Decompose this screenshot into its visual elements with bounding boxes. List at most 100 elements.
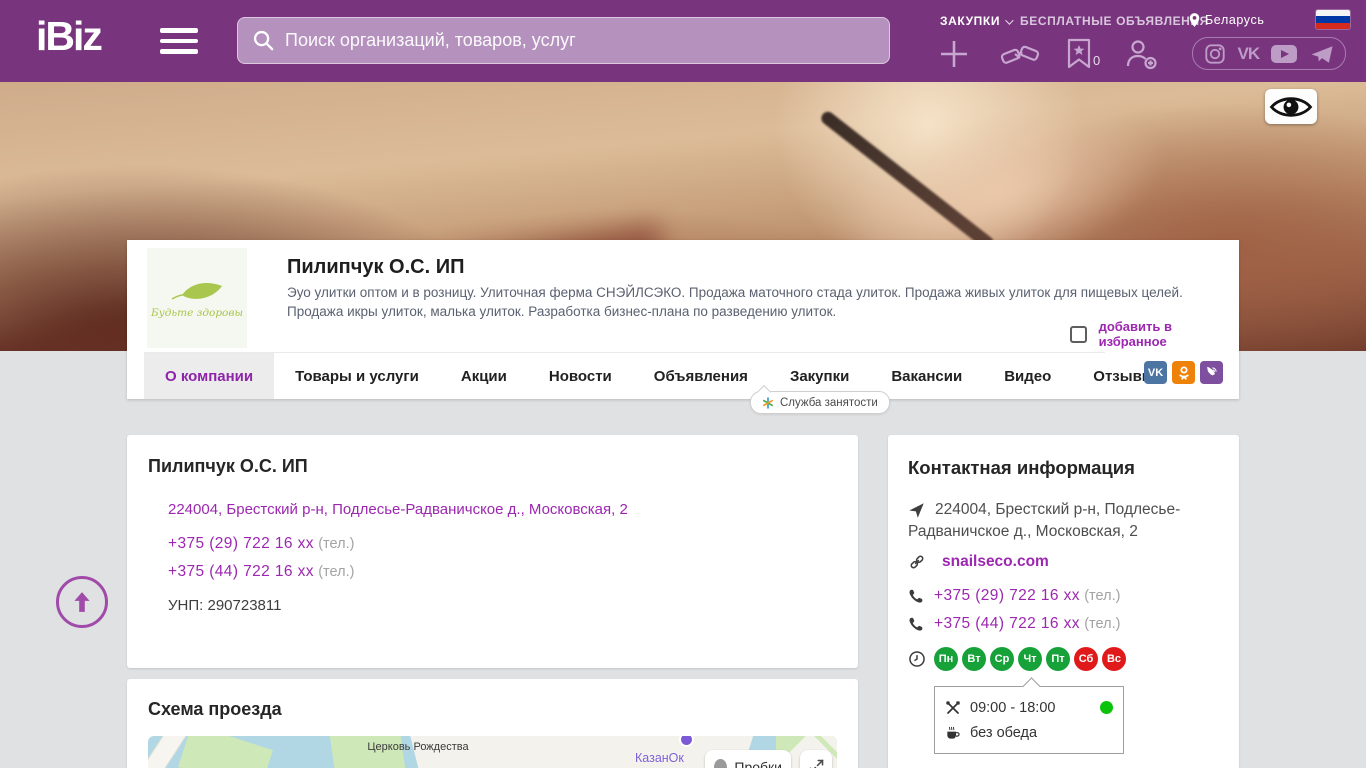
day-badge-fri[interactable]: Пт — [1046, 647, 1070, 671]
open-now-indicator — [1100, 701, 1113, 714]
map-card-title: Схема проезда — [148, 699, 282, 719]
company-logo-caption: Будьте здоровы — [150, 307, 244, 319]
traffic-toggle-button[interactable]: Пробки — [705, 750, 791, 768]
day-badge-thu[interactable]: Чт — [1018, 647, 1042, 671]
website-link[interactable]: snailseco.com — [942, 553, 1049, 571]
add-company-button[interactable] — [938, 38, 970, 75]
company-address-link[interactable]: 224004, Брестский р-н, Подлесье-Радванич… — [168, 501, 628, 518]
link-icon — [910, 555, 924, 569]
day-badge-wed[interactable]: Ср — [990, 647, 1014, 671]
contact-website-row: snailseco.com — [908, 553, 1219, 571]
country-selector[interactable]: Беларусь — [1188, 12, 1264, 28]
nav-zakupki[interactable]: ЗАКУПКИ — [940, 14, 1014, 28]
navigation-arrow-icon — [909, 503, 924, 518]
person-add-icon — [1126, 40, 1157, 70]
telegram-icon[interactable] — [1310, 43, 1334, 65]
youtube-icon[interactable] — [1270, 43, 1298, 65]
company-info-card: Пилипчук О.С. ИП 224004, Брестский р-н, … — [127, 435, 858, 668]
map-fullscreen-button[interactable] — [800, 750, 832, 768]
contact-address-row: 224004, Брестский р-н, Подлесье-Радванич… — [908, 501, 1181, 540]
clock-icon — [909, 651, 925, 667]
tab-about[interactable]: О компании — [144, 353, 275, 399]
bookmark-star-icon — [1067, 38, 1091, 69]
map-poi-label[interactable]: КазанОк — [635, 751, 684, 765]
eye-icon — [1269, 96, 1313, 117]
info-card-title: Пилипчук О.С. ИП — [148, 456, 308, 476]
company-social-links: VK — [1144, 361, 1223, 384]
handshake-icon — [1000, 45, 1040, 64]
vk-icon[interactable]: VK — [1238, 44, 1261, 64]
leaf-icon — [171, 282, 222, 300]
viber-icon[interactable] — [1200, 361, 1223, 384]
company-unp: УНП: 290723811 — [168, 597, 282, 614]
vk-icon[interactable]: VK — [1144, 361, 1167, 384]
tab-products[interactable]: Товары и услуги — [274, 353, 440, 399]
working-hours: 09:00 - 18:00 — [970, 699, 1056, 716]
company-name: Пилипчук О.С. ИП — [287, 256, 465, 278]
tab-vacancies[interactable]: Вакансии — [870, 353, 983, 399]
language-flag-russian[interactable] — [1316, 10, 1350, 29]
favorite-label: добавить в избранное — [1098, 319, 1172, 349]
traffic-light-icon — [714, 758, 728, 768]
tab-promotions[interactable]: Акции — [440, 353, 528, 399]
chevron-down-icon — [1005, 16, 1014, 25]
company-logo: Будьте здоровы — [147, 248, 247, 348]
location-pin-icon — [1189, 13, 1200, 27]
instagram-icon[interactable] — [1204, 43, 1226, 65]
map-poi-marker[interactable] — [679, 736, 694, 747]
company-description: Эуо улитки оптом и в розницу. Улиточная … — [287, 285, 1183, 319]
favorites-count: 0 — [1093, 53, 1101, 68]
directions-card: Схема проезда Церковь Рождества КазанОк … — [127, 679, 858, 768]
scroll-to-top-button[interactable] — [56, 576, 108, 628]
menu-hamburger-icon[interactable] — [160, 28, 198, 55]
working-hours-tooltip: 09:00 - 18:00 без обеда — [934, 686, 1124, 754]
search-icon — [253, 30, 274, 51]
partners-button[interactable] — [1000, 40, 1040, 75]
phone-link[interactable]: +375 (44) 722 16 xx — [168, 563, 314, 580]
tab-ads[interactable]: Объявления — [633, 353, 769, 399]
tools-icon — [946, 700, 960, 714]
register-button[interactable] — [1124, 38, 1158, 75]
contact-phone-row: +375 (29) 722 16 xx (тел.) — [908, 587, 1219, 605]
tab-video[interactable]: Видео — [983, 353, 1072, 399]
day-badge-sun[interactable]: Вс — [1102, 647, 1126, 671]
search-input[interactable] — [285, 30, 875, 51]
employment-service-tooltip: Служба занятости — [750, 391, 890, 414]
tab-news[interactable]: Новости — [528, 353, 633, 399]
phone-row: +375 (29) 722 16 xx (тел.) — [168, 535, 355, 552]
contact-card-title: Контактная информация — [908, 457, 1135, 478]
map-canvas[interactable]: Церковь Рождества КазанОк Пробки — [148, 736, 837, 768]
odnoklassniki-icon[interactable] — [1172, 361, 1195, 384]
arrow-up-icon — [74, 592, 90, 612]
favorite-checkbox[interactable] — [1070, 325, 1087, 343]
day-badge-tue[interactable]: Вт — [962, 647, 986, 671]
lunch-info: без обеда — [970, 724, 1038, 741]
phone-icon — [909, 617, 923, 631]
phone-link[interactable]: +375 (44) 722 16 xx — [934, 615, 1080, 632]
nav-free-ads[interactable]: БЕСПЛАТНЫЕ ОБЪЯВЛЕНИЯ — [1020, 14, 1209, 28]
company-header-card: Будьте здоровы Пилипчук О.С. ИП Эуо улит… — [127, 240, 1239, 414]
employment-service-icon — [762, 396, 774, 409]
map-label-church: Церковь Рождества — [367, 741, 469, 753]
header-social-links: VK — [1192, 37, 1346, 70]
add-to-favorites[interactable]: добавить в избранное — [1070, 319, 1239, 349]
expand-arrows-icon — [809, 759, 823, 768]
day-badge-sat[interactable]: Сб — [1074, 647, 1098, 671]
contact-phone-row: +375 (44) 722 16 xx (тел.) — [908, 615, 1219, 633]
contact-info-card: Контактная информация 224004, Брестский … — [888, 435, 1239, 768]
phone-link[interactable]: +375 (29) 722 16 xx — [934, 587, 1080, 604]
ibiz-logo[interactable]: iBiz — [36, 13, 103, 60]
accessibility-view-button[interactable] — [1265, 89, 1317, 124]
day-badge-mon[interactable]: Пн — [934, 647, 958, 671]
search-bar[interactable] — [237, 17, 890, 64]
page: iBiz ЗАКУПКИ БЕСПЛАТНЫЕ ОБЪЯВЛЕНИЯ Белар… — [0, 0, 1366, 768]
plus-icon — [941, 41, 967, 67]
phone-icon — [909, 589, 923, 603]
favorites-button[interactable] — [1066, 38, 1092, 75]
coffee-cup-icon — [947, 726, 960, 739]
working-days-row: Пн Вт Ср Чт Пт Сб Вс — [908, 647, 1219, 671]
top-navbar: iBiz ЗАКУПКИ БЕСПЛАТНЫЕ ОБЪЯВЛЕНИЯ Белар… — [0, 0, 1366, 82]
phone-row: +375 (44) 722 16 xx (тел.) — [168, 563, 355, 580]
company-tabs: О компании Товары и услуги Акции Новости… — [144, 352, 1155, 399]
phone-link[interactable]: +375 (29) 722 16 xx — [168, 535, 314, 552]
